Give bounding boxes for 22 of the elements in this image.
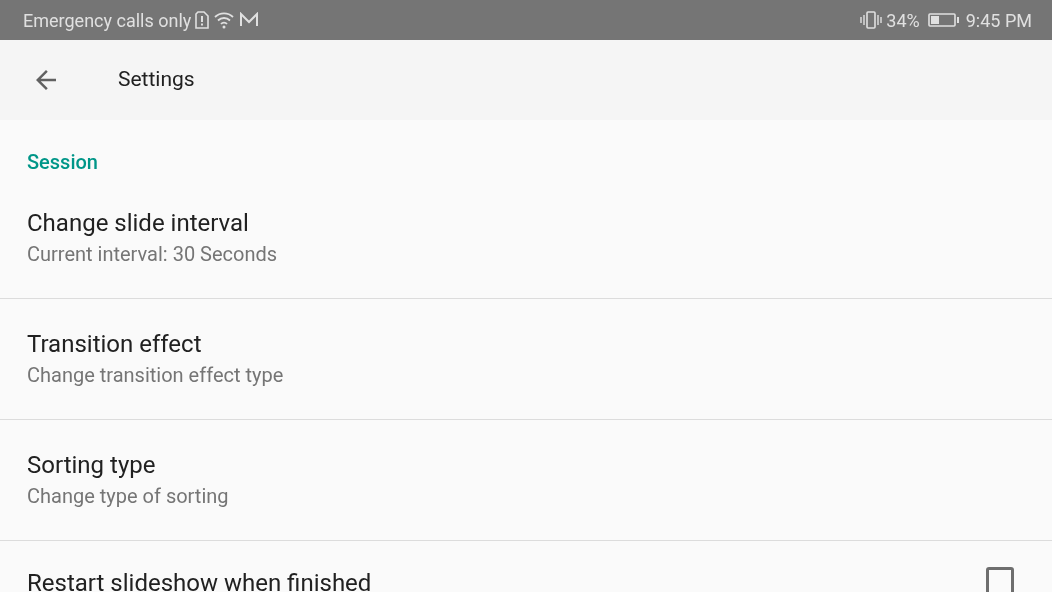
vibrate-icon xyxy=(860,10,883,30)
sim-alert-icon xyxy=(195,11,210,29)
item-summary: Change transition effect type xyxy=(27,362,284,389)
battery-icon xyxy=(927,12,960,28)
wifi-icon xyxy=(213,11,236,29)
item-title: Restart slideshow when finished xyxy=(27,568,372,592)
mail-icon xyxy=(239,12,260,28)
item-title: Change slide interval xyxy=(27,207,250,239)
item-summary: Current interval: 30 Seconds xyxy=(27,240,278,268)
item-title: Transition effect xyxy=(27,329,203,360)
settings-item[interactable]: Transition effect Change transition effect type xyxy=(0,299,1052,420)
settings-item[interactable]: Sorting type Change type of sorting xyxy=(0,420,1052,541)
settings-item[interactable]: Restart slideshow when finished xyxy=(0,541,1052,592)
item-summary: Change type of sorting xyxy=(27,483,229,510)
battery-percent: 34% xyxy=(886,8,920,33)
clock-text: 9:45 PM xyxy=(965,8,1032,33)
carrier-text: Emergency calls only xyxy=(23,8,192,33)
settings-item[interactable]: Change slide interval Current interval: 30 Seconds xyxy=(0,185,1052,299)
section-header: Session xyxy=(26,149,99,176)
item-title: Sorting type xyxy=(27,450,157,481)
checkbox[interactable] xyxy=(986,567,1014,592)
page-title: Settings xyxy=(118,66,195,94)
